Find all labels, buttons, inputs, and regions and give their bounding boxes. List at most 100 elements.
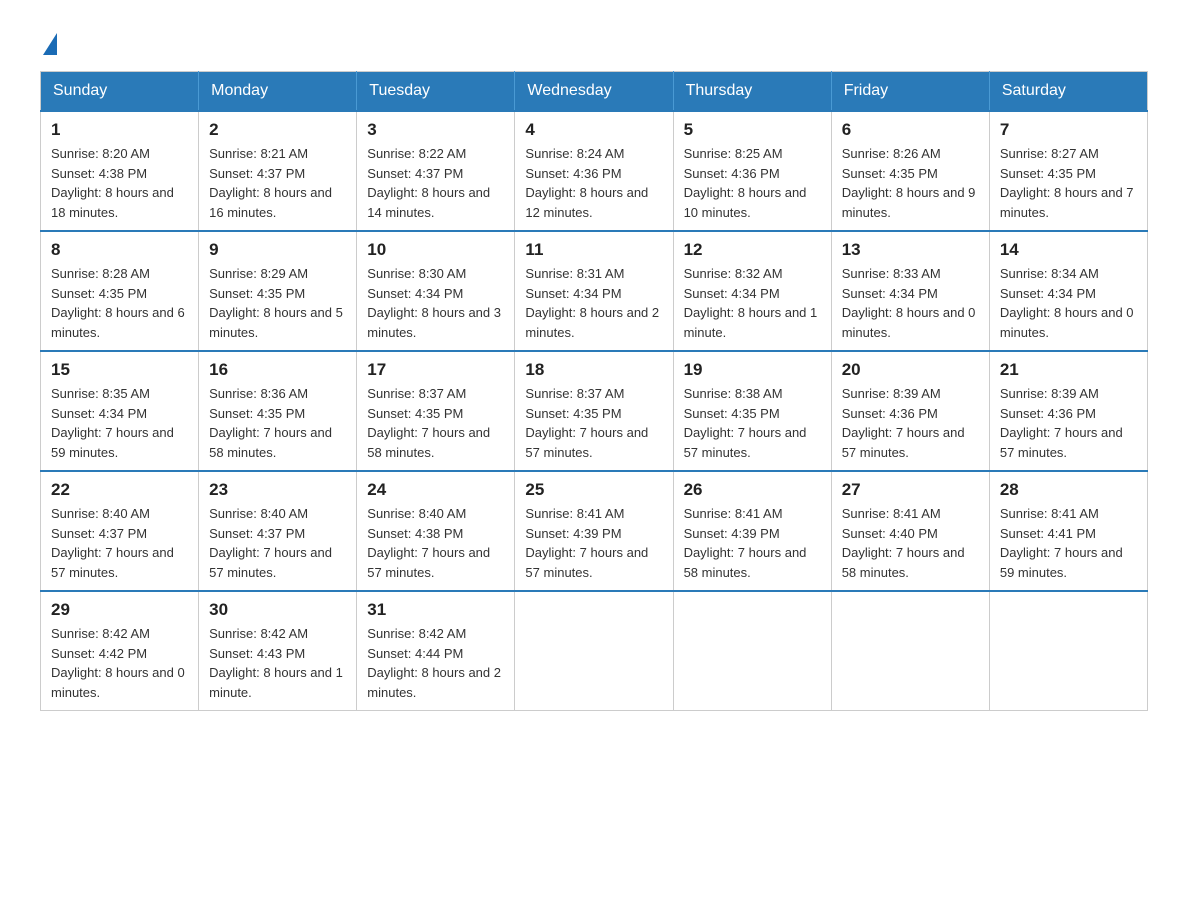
calendar-week-row: 22 Sunrise: 8:40 AMSunset: 4:37 PMDaylig… xyxy=(41,471,1148,591)
calendar-day-cell: 28 Sunrise: 8:41 AMSunset: 4:41 PMDaylig… xyxy=(989,471,1147,591)
day-number: 6 xyxy=(842,120,979,140)
calendar-day-cell: 21 Sunrise: 8:39 AMSunset: 4:36 PMDaylig… xyxy=(989,351,1147,471)
day-number: 24 xyxy=(367,480,504,500)
day-number: 5 xyxy=(684,120,821,140)
calendar-day-cell: 18 Sunrise: 8:37 AMSunset: 4:35 PMDaylig… xyxy=(515,351,673,471)
day-number: 10 xyxy=(367,240,504,260)
calendar-day-cell: 26 Sunrise: 8:41 AMSunset: 4:39 PMDaylig… xyxy=(673,471,831,591)
weekday-header-monday: Monday xyxy=(199,72,357,112)
day-number: 11 xyxy=(525,240,662,260)
weekday-header-thursday: Thursday xyxy=(673,72,831,112)
day-info: Sunrise: 8:41 AMSunset: 4:40 PMDaylight:… xyxy=(842,506,965,580)
day-info: Sunrise: 8:42 AMSunset: 4:43 PMDaylight:… xyxy=(209,626,343,700)
day-info: Sunrise: 8:39 AMSunset: 4:36 PMDaylight:… xyxy=(1000,386,1123,460)
day-number: 14 xyxy=(1000,240,1137,260)
weekday-header-tuesday: Tuesday xyxy=(357,72,515,112)
day-number: 12 xyxy=(684,240,821,260)
day-number: 13 xyxy=(842,240,979,260)
day-info: Sunrise: 8:29 AMSunset: 4:35 PMDaylight:… xyxy=(209,266,343,340)
calendar-day-cell: 20 Sunrise: 8:39 AMSunset: 4:36 PMDaylig… xyxy=(831,351,989,471)
calendar-table: SundayMondayTuesdayWednesdayThursdayFrid… xyxy=(40,71,1148,711)
calendar-day-cell: 25 Sunrise: 8:41 AMSunset: 4:39 PMDaylig… xyxy=(515,471,673,591)
day-info: Sunrise: 8:34 AMSunset: 4:34 PMDaylight:… xyxy=(1000,266,1134,340)
day-info: Sunrise: 8:40 AMSunset: 4:37 PMDaylight:… xyxy=(209,506,332,580)
day-number: 26 xyxy=(684,480,821,500)
calendar-day-cell: 7 Sunrise: 8:27 AMSunset: 4:35 PMDayligh… xyxy=(989,111,1147,231)
day-info: Sunrise: 8:41 AMSunset: 4:41 PMDaylight:… xyxy=(1000,506,1123,580)
weekday-header-sunday: Sunday xyxy=(41,72,199,112)
day-number: 23 xyxy=(209,480,346,500)
day-info: Sunrise: 8:20 AMSunset: 4:38 PMDaylight:… xyxy=(51,146,174,220)
logo-triangle-icon xyxy=(43,33,57,55)
day-info: Sunrise: 8:26 AMSunset: 4:35 PMDaylight:… xyxy=(842,146,976,220)
day-info: Sunrise: 8:24 AMSunset: 4:36 PMDaylight:… xyxy=(525,146,648,220)
day-number: 15 xyxy=(51,360,188,380)
day-info: Sunrise: 8:31 AMSunset: 4:34 PMDaylight:… xyxy=(525,266,659,340)
day-number: 29 xyxy=(51,600,188,620)
empty-cell xyxy=(673,591,831,711)
day-number: 20 xyxy=(842,360,979,380)
day-info: Sunrise: 8:39 AMSunset: 4:36 PMDaylight:… xyxy=(842,386,965,460)
day-info: Sunrise: 8:38 AMSunset: 4:35 PMDaylight:… xyxy=(684,386,807,460)
day-number: 18 xyxy=(525,360,662,380)
calendar-day-cell: 14 Sunrise: 8:34 AMSunset: 4:34 PMDaylig… xyxy=(989,231,1147,351)
day-info: Sunrise: 8:27 AMSunset: 4:35 PMDaylight:… xyxy=(1000,146,1134,220)
day-info: Sunrise: 8:42 AMSunset: 4:42 PMDaylight:… xyxy=(51,626,185,700)
calendar-day-cell: 11 Sunrise: 8:31 AMSunset: 4:34 PMDaylig… xyxy=(515,231,673,351)
calendar-week-row: 1 Sunrise: 8:20 AMSunset: 4:38 PMDayligh… xyxy=(41,111,1148,231)
day-info: Sunrise: 8:37 AMSunset: 4:35 PMDaylight:… xyxy=(525,386,648,460)
weekday-header-wednesday: Wednesday xyxy=(515,72,673,112)
calendar-day-cell: 22 Sunrise: 8:40 AMSunset: 4:37 PMDaylig… xyxy=(41,471,199,591)
day-number: 17 xyxy=(367,360,504,380)
calendar-day-cell: 16 Sunrise: 8:36 AMSunset: 4:35 PMDaylig… xyxy=(199,351,357,471)
calendar-day-cell: 29 Sunrise: 8:42 AMSunset: 4:42 PMDaylig… xyxy=(41,591,199,711)
calendar-day-cell: 13 Sunrise: 8:33 AMSunset: 4:34 PMDaylig… xyxy=(831,231,989,351)
day-info: Sunrise: 8:36 AMSunset: 4:35 PMDaylight:… xyxy=(209,386,332,460)
day-info: Sunrise: 8:35 AMSunset: 4:34 PMDaylight:… xyxy=(51,386,174,460)
calendar-week-row: 8 Sunrise: 8:28 AMSunset: 4:35 PMDayligh… xyxy=(41,231,1148,351)
day-number: 8 xyxy=(51,240,188,260)
day-info: Sunrise: 8:32 AMSunset: 4:34 PMDaylight:… xyxy=(684,266,818,340)
day-number: 30 xyxy=(209,600,346,620)
empty-cell xyxy=(515,591,673,711)
calendar-day-cell: 8 Sunrise: 8:28 AMSunset: 4:35 PMDayligh… xyxy=(41,231,199,351)
calendar-day-cell: 23 Sunrise: 8:40 AMSunset: 4:37 PMDaylig… xyxy=(199,471,357,591)
day-number: 4 xyxy=(525,120,662,140)
calendar-day-cell: 15 Sunrise: 8:35 AMSunset: 4:34 PMDaylig… xyxy=(41,351,199,471)
weekday-header-friday: Friday xyxy=(831,72,989,112)
day-number: 9 xyxy=(209,240,346,260)
calendar-day-cell: 24 Sunrise: 8:40 AMSunset: 4:38 PMDaylig… xyxy=(357,471,515,591)
calendar-week-row: 15 Sunrise: 8:35 AMSunset: 4:34 PMDaylig… xyxy=(41,351,1148,471)
day-info: Sunrise: 8:40 AMSunset: 4:37 PMDaylight:… xyxy=(51,506,174,580)
calendar-day-cell: 30 Sunrise: 8:42 AMSunset: 4:43 PMDaylig… xyxy=(199,591,357,711)
day-number: 28 xyxy=(1000,480,1137,500)
day-info: Sunrise: 8:40 AMSunset: 4:38 PMDaylight:… xyxy=(367,506,490,580)
logo xyxy=(40,30,57,51)
day-info: Sunrise: 8:41 AMSunset: 4:39 PMDaylight:… xyxy=(684,506,807,580)
day-info: Sunrise: 8:41 AMSunset: 4:39 PMDaylight:… xyxy=(525,506,648,580)
day-number: 2 xyxy=(209,120,346,140)
day-number: 22 xyxy=(51,480,188,500)
calendar-day-cell: 27 Sunrise: 8:41 AMSunset: 4:40 PMDaylig… xyxy=(831,471,989,591)
day-number: 21 xyxy=(1000,360,1137,380)
calendar-day-cell: 5 Sunrise: 8:25 AMSunset: 4:36 PMDayligh… xyxy=(673,111,831,231)
calendar-week-row: 29 Sunrise: 8:42 AMSunset: 4:42 PMDaylig… xyxy=(41,591,1148,711)
day-info: Sunrise: 8:21 AMSunset: 4:37 PMDaylight:… xyxy=(209,146,332,220)
day-info: Sunrise: 8:22 AMSunset: 4:37 PMDaylight:… xyxy=(367,146,490,220)
day-number: 16 xyxy=(209,360,346,380)
weekday-header-saturday: Saturday xyxy=(989,72,1147,112)
day-info: Sunrise: 8:33 AMSunset: 4:34 PMDaylight:… xyxy=(842,266,976,340)
day-number: 19 xyxy=(684,360,821,380)
page-header xyxy=(40,30,1148,51)
calendar-day-cell: 10 Sunrise: 8:30 AMSunset: 4:34 PMDaylig… xyxy=(357,231,515,351)
day-info: Sunrise: 8:28 AMSunset: 4:35 PMDaylight:… xyxy=(51,266,185,340)
calendar-day-cell: 17 Sunrise: 8:37 AMSunset: 4:35 PMDaylig… xyxy=(357,351,515,471)
day-number: 25 xyxy=(525,480,662,500)
day-info: Sunrise: 8:37 AMSunset: 4:35 PMDaylight:… xyxy=(367,386,490,460)
calendar-day-cell: 31 Sunrise: 8:42 AMSunset: 4:44 PMDaylig… xyxy=(357,591,515,711)
calendar-day-cell: 9 Sunrise: 8:29 AMSunset: 4:35 PMDayligh… xyxy=(199,231,357,351)
calendar-header-row: SundayMondayTuesdayWednesdayThursdayFrid… xyxy=(41,72,1148,112)
calendar-day-cell: 4 Sunrise: 8:24 AMSunset: 4:36 PMDayligh… xyxy=(515,111,673,231)
day-number: 1 xyxy=(51,120,188,140)
day-info: Sunrise: 8:25 AMSunset: 4:36 PMDaylight:… xyxy=(684,146,807,220)
